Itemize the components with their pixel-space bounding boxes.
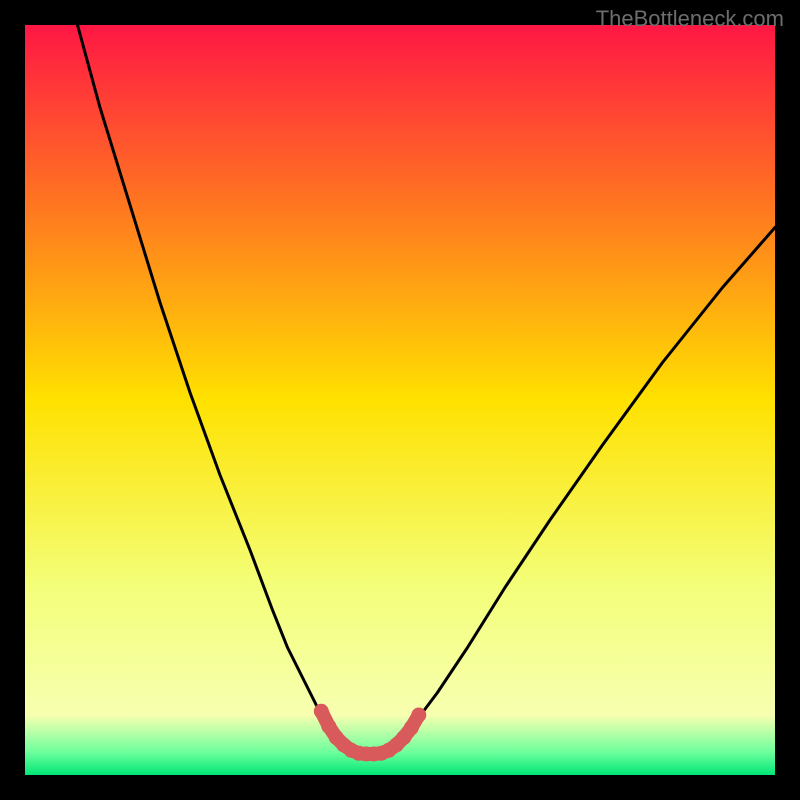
chart-svg — [25, 25, 775, 775]
gradient-background — [25, 25, 775, 775]
sweet-spot-dot — [411, 708, 426, 723]
watermark-text: TheBottleneck.com — [596, 6, 784, 32]
sweet-spot-dot — [404, 720, 419, 735]
sweet-spot-dot — [314, 704, 329, 719]
bottleneck-chart — [25, 25, 775, 775]
